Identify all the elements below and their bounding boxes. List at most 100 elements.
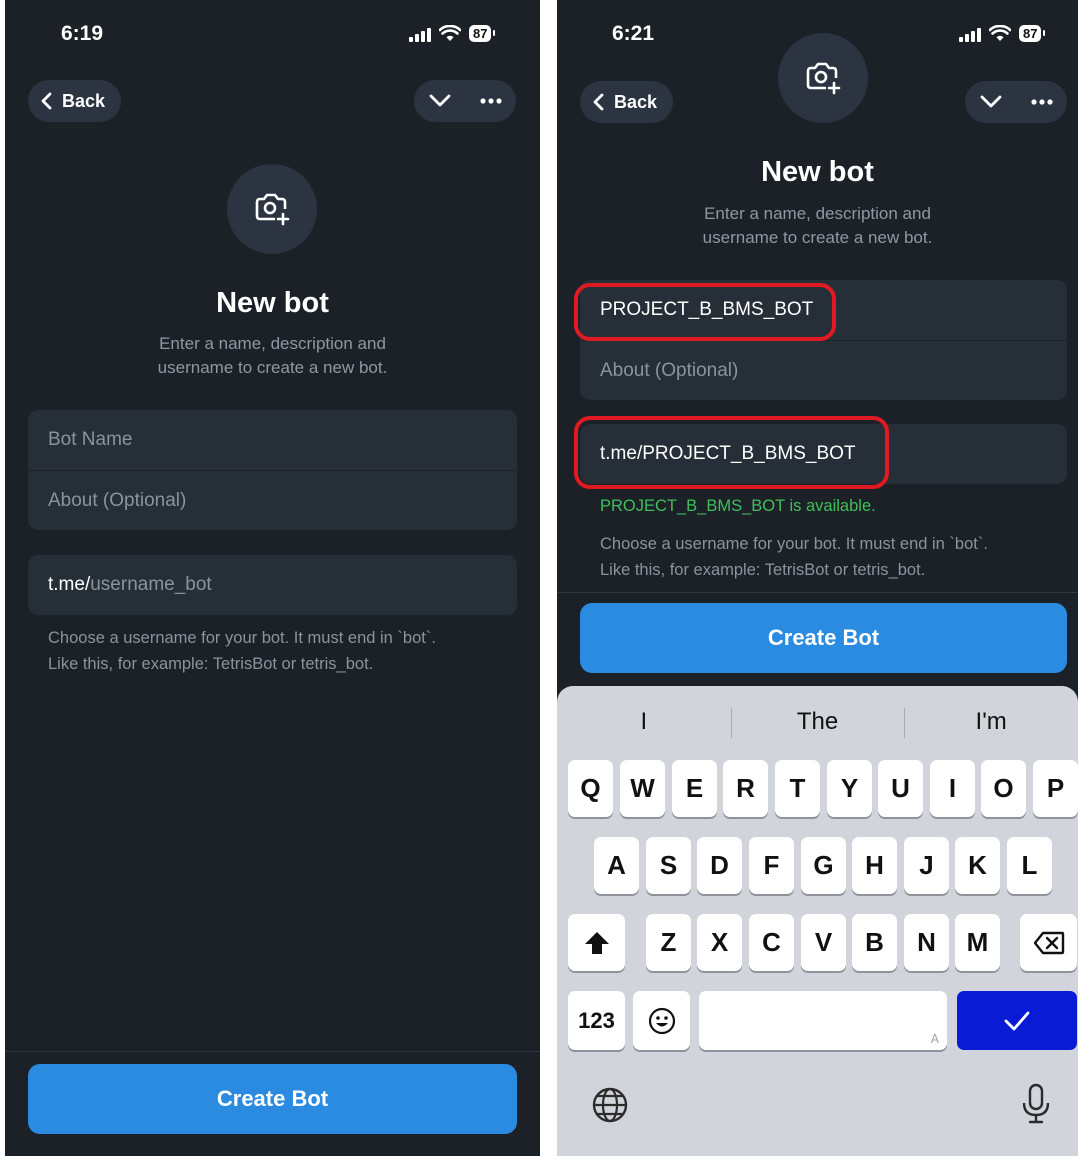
backspace-key[interactable] — [1020, 914, 1077, 971]
numbers-key[interactable]: 123 — [568, 991, 625, 1050]
username-prefix: t.me/ — [48, 574, 91, 595]
subtitle-line: Enter a name, description and — [704, 204, 931, 223]
checkmark-icon — [1004, 1011, 1030, 1030]
space-key-mark: A — [930, 1032, 939, 1046]
create-bot-button[interactable]: Create Bot — [28, 1064, 517, 1134]
suggestion-item[interactable]: The — [730, 704, 905, 740]
key-e[interactable]: E — [672, 760, 717, 817]
key-z[interactable]: Z — [646, 914, 691, 971]
status-time: 6:21 — [612, 22, 655, 45]
page-subtitle: Enter a name, description and username t… — [5, 332, 540, 380]
suggestion-item[interactable]: I'm — [904, 704, 1078, 740]
username-group: t.me/username_bot — [28, 555, 517, 615]
space-key[interactable]: A — [699, 991, 947, 1050]
done-key[interactable] — [957, 991, 1077, 1050]
left-screen: 6:19 87 Back New bot Enter a name, descr… — [5, 0, 540, 1156]
set-photo-button[interactable] — [227, 164, 317, 254]
chevron-down-icon[interactable] — [429, 94, 451, 108]
wifi-icon — [439, 25, 461, 41]
more-dots-icon[interactable] — [1030, 99, 1053, 105]
key-r[interactable]: R — [723, 760, 768, 817]
keyboard: I The I'm Q W E R T Y U I O P A S D F G … — [557, 686, 1078, 1156]
subtitle-line: username to create a new bot. — [157, 358, 388, 377]
username-hint: Choose a username for your bot. It must … — [48, 625, 436, 677]
status-time: 6:19 — [61, 22, 104, 45]
chevron-left-icon — [41, 92, 52, 110]
highlight-bot-name — [574, 283, 836, 341]
bot-name-placeholder: Bot Name — [48, 429, 133, 450]
key-p[interactable]: P — [1033, 760, 1078, 817]
key-n[interactable]: N — [904, 914, 949, 971]
hint-line: Choose a username for your bot. It must … — [48, 629, 436, 647]
key-c[interactable]: C — [749, 914, 794, 971]
key-g[interactable]: G — [801, 837, 846, 894]
back-label: Back — [62, 90, 106, 111]
key-w[interactable]: W — [620, 760, 665, 817]
mic-icon[interactable] — [1020, 1083, 1052, 1125]
key-k[interactable]: K — [955, 837, 1000, 894]
subtitle-line: username to create a new bot. — [702, 228, 933, 247]
key-j[interactable]: J — [904, 837, 949, 894]
username-field[interactable]: t.me/username_bot — [28, 555, 517, 615]
header-menu[interactable] — [414, 80, 516, 122]
chevron-down-icon[interactable] — [980, 95, 1002, 109]
key-b[interactable]: B — [852, 914, 897, 971]
hint-line: Like this, for example: TetrisBot or tet… — [48, 655, 374, 673]
emoji-key[interactable] — [633, 991, 690, 1050]
chevron-left-icon — [593, 93, 604, 111]
header-menu[interactable] — [965, 81, 1067, 123]
key-f[interactable]: F — [749, 837, 794, 894]
name-about-group: Bot Name About (Optional) — [28, 410, 517, 530]
about-placeholder: About (Optional) — [600, 359, 739, 381]
key-s[interactable]: S — [646, 837, 691, 894]
key-q[interactable]: Q — [568, 760, 613, 817]
camera-add-icon — [255, 193, 290, 226]
username-placeholder: username_bot — [90, 574, 212, 595]
emoji-icon — [648, 1007, 675, 1034]
key-t[interactable]: T — [775, 760, 820, 817]
wifi-icon — [989, 25, 1011, 41]
key-m[interactable]: M — [955, 914, 1000, 971]
key-o[interactable]: O — [981, 760, 1026, 817]
battery-icon: 87 — [1019, 25, 1047, 42]
key-h[interactable]: H — [852, 837, 897, 894]
more-dots-icon[interactable] — [479, 98, 502, 104]
signal-icon — [409, 26, 431, 42]
battery-icon: 87 — [469, 25, 497, 42]
back-label: Back — [614, 91, 658, 112]
availability-message: PROJECT_B_BMS_BOT is available. — [600, 497, 876, 515]
key-v[interactable]: V — [801, 914, 846, 971]
username-hint: Choose a username for your bot. It must … — [600, 531, 988, 583]
suggestion-bar: I The I'm — [557, 704, 1078, 740]
bot-name-field[interactable]: Bot Name — [28, 410, 517, 470]
shift-key[interactable] — [568, 914, 625, 971]
key-y[interactable]: Y — [827, 760, 872, 817]
globe-icon[interactable] — [591, 1086, 629, 1124]
backspace-icon — [1033, 931, 1064, 954]
hint-line: Like this, for example: TetrisBot or tet… — [600, 561, 926, 579]
camera-add-icon — [806, 62, 841, 95]
back-button[interactable]: Back — [580, 81, 674, 123]
highlight-username — [574, 416, 889, 489]
key-i[interactable]: I — [930, 760, 975, 817]
page-subtitle: Enter a name, description and username t… — [557, 202, 1078, 250]
status-icons: 87 — [959, 25, 1047, 42]
about-field[interactable]: About (Optional) — [580, 340, 1067, 400]
about-field[interactable]: About (Optional) — [28, 470, 517, 530]
about-placeholder: About (Optional) — [48, 489, 187, 511]
shift-icon — [584, 931, 609, 954]
key-x[interactable]: X — [697, 914, 742, 971]
create-bot-button[interactable]: Create Bot — [580, 603, 1067, 673]
key-a[interactable]: A — [594, 837, 639, 894]
right-screen: 6:21 87 Back New bot Enter a name, descr… — [557, 0, 1078, 1156]
suggestion-item[interactable]: I — [557, 704, 731, 740]
page-title: New bot — [216, 287, 329, 319]
key-u[interactable]: U — [878, 760, 923, 817]
set-photo-button[interactable] — [778, 33, 868, 123]
hint-line: Choose a username for your bot. It must … — [600, 535, 988, 553]
back-button[interactable]: Back — [28, 80, 122, 122]
key-l[interactable]: L — [1007, 837, 1052, 894]
key-d[interactable]: D — [697, 837, 742, 894]
page-title: New bot — [761, 156, 874, 188]
signal-icon — [959, 26, 981, 42]
